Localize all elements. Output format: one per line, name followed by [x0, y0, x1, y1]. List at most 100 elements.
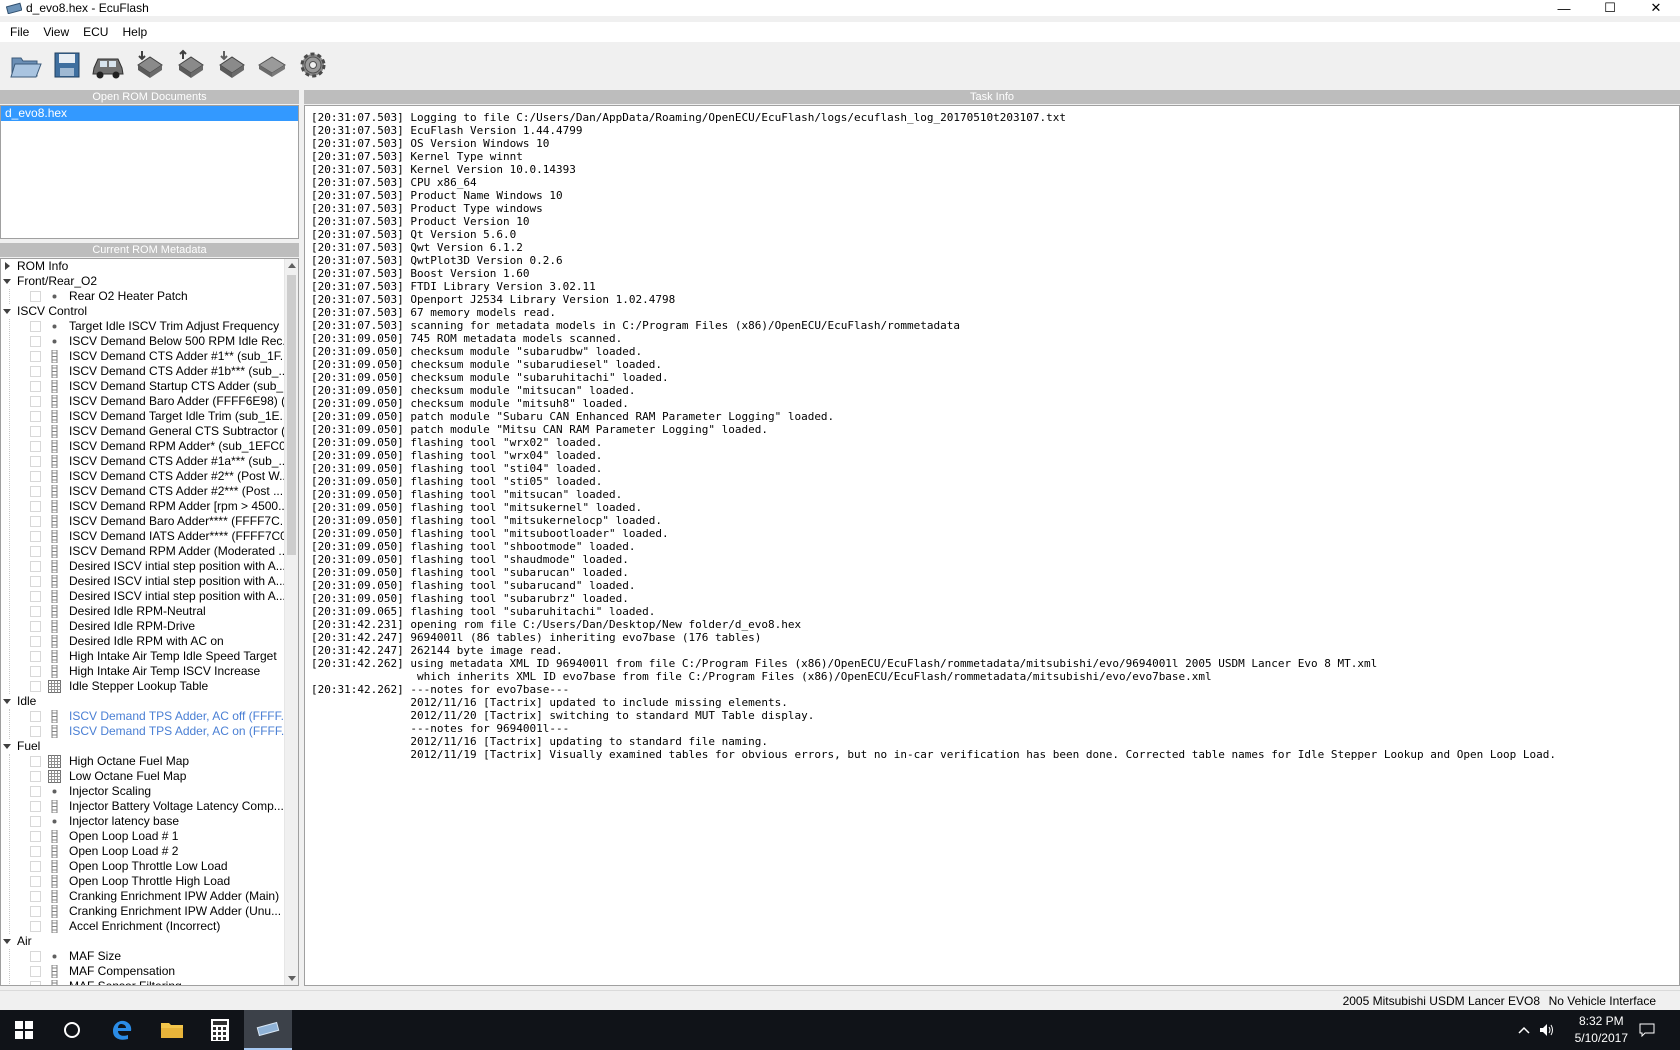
tree-item-checkbox[interactable] — [30, 876, 41, 887]
menu-file[interactable]: File — [0, 25, 36, 39]
menu-ecu[interactable]: ECU — [76, 25, 115, 39]
tree-item[interactable]: Desired ISCV intial step position with A… — [1, 589, 284, 604]
scroll-thumb[interactable] — [287, 275, 296, 555]
tree-category[interactable]: ROM Info — [1, 259, 284, 274]
tree-item[interactable]: Desired Idle RPM-Drive — [1, 619, 284, 634]
tray-overflow[interactable] — [1514, 1010, 1534, 1050]
tree-item-checkbox[interactable] — [30, 666, 41, 677]
vehicle-button[interactable] — [88, 47, 128, 83]
tree-item[interactable]: MAF Compensation — [1, 964, 284, 979]
tree-item[interactable]: MAF Sensor Filtering — [1, 979, 284, 985]
write-rom-button[interactable] — [170, 47, 210, 83]
tree-item-checkbox[interactable] — [30, 441, 41, 452]
tree-item-checkbox[interactable] — [30, 921, 41, 932]
tree-item-checkbox[interactable] — [30, 576, 41, 587]
tree-item-checkbox[interactable] — [30, 291, 41, 302]
expand-down-arrow-icon[interactable] — [3, 939, 11, 944]
tree-item-checkbox[interactable] — [30, 966, 41, 977]
taskbar-ecuflash[interactable] — [244, 1010, 292, 1050]
tray-volume[interactable] — [1536, 1010, 1558, 1050]
tree-item[interactable]: Injector Scaling — [1, 784, 284, 799]
maximize-button[interactable]: ☐ — [1587, 0, 1633, 16]
tree-item-checkbox[interactable] — [30, 501, 41, 512]
tree-item-checkbox[interactable] — [30, 561, 41, 572]
tree-item[interactable]: ISCV Demand Below 500 RPM Idle Rec... — [1, 334, 284, 349]
expand-down-arrow-icon[interactable] — [3, 279, 11, 284]
menu-view[interactable]: View — [36, 25, 76, 39]
expand-down-arrow-icon[interactable] — [3, 309, 11, 314]
tree-item[interactable]: ISCV Demand RPM Adder [rpm > 4500... — [1, 499, 284, 514]
tree-item[interactable]: ISCV Demand General CTS Subtractor (... — [1, 424, 284, 439]
tree-item[interactable]: Cranking Enrichment IPW Adder (Main) — [1, 889, 284, 904]
tree-item[interactable]: ISCV Demand Startup CTS Adder (sub_... — [1, 379, 284, 394]
tree-item-checkbox[interactable] — [30, 861, 41, 872]
tree-item[interactable]: Open Loop Load # 1 — [1, 829, 284, 844]
tree-item[interactable]: Accel Enrichment (Incorrect) — [1, 919, 284, 934]
tree-item[interactable]: ISCV Demand RPM Adder* (sub_1EFC0) — [1, 439, 284, 454]
tree-item[interactable]: Open Loop Throttle Low Load — [1, 859, 284, 874]
tree-item[interactable]: Idle Stepper Lookup Table — [1, 679, 284, 694]
cortana-button[interactable] — [48, 1010, 96, 1050]
tree-item-checkbox[interactable] — [30, 336, 41, 347]
tree-item[interactable]: ISCV Demand CTS Adder #1b*** (sub_... — [1, 364, 284, 379]
tree-item[interactable]: Desired Idle RPM-Neutral — [1, 604, 284, 619]
menu-help[interactable]: Help — [115, 25, 154, 39]
action-center-button[interactable] — [1632, 1010, 1662, 1050]
tree-item[interactable]: Open Loop Load # 2 — [1, 844, 284, 859]
scroll-down-arrow[interactable] — [288, 976, 296, 981]
tree-item[interactable]: Desired Idle RPM with AC on — [1, 634, 284, 649]
start-button[interactable] — [0, 1010, 48, 1050]
tree-item-checkbox[interactable] — [30, 801, 41, 812]
taskbar-edge[interactable] — [98, 1010, 146, 1050]
test-write-button[interactable] — [211, 47, 251, 83]
tree-item-checkbox[interactable] — [30, 771, 41, 782]
tree-category[interactable]: ISCV Control — [1, 304, 284, 319]
tree-item[interactable]: High Octane Fuel Map — [1, 754, 284, 769]
tree-item-checkbox[interactable] — [30, 396, 41, 407]
tree-item[interactable]: High Intake Air Temp Idle Speed Target — [1, 649, 284, 664]
taskbar-calculator[interactable] — [196, 1010, 244, 1050]
tree-item[interactable]: Low Octane Fuel Map — [1, 769, 284, 784]
tree-item[interactable]: ISCV Demand CTS Adder #1a*** (sub_... — [1, 454, 284, 469]
tree-item-checkbox[interactable] — [30, 846, 41, 857]
tree-item[interactable]: Desired ISCV intial step position with A… — [1, 559, 284, 574]
tree-category[interactable]: Front/Rear_O2 — [1, 274, 284, 289]
tree-item-checkbox[interactable] — [30, 951, 41, 962]
chip-button[interactable] — [252, 47, 292, 83]
tree-item-checkbox[interactable] — [30, 906, 41, 917]
tree-item-checkbox[interactable] — [30, 831, 41, 842]
tree-item[interactable]: Desired ISCV intial step position with A… — [1, 574, 284, 589]
rom-list-item[interactable]: d_evo8.hex — [1, 106, 298, 121]
tree-item-checkbox[interactable] — [30, 471, 41, 482]
tree-item-checkbox[interactable] — [30, 546, 41, 557]
read-rom-button[interactable] — [129, 47, 169, 83]
tree-item-checkbox[interactable] — [30, 981, 41, 985]
tree-item-checkbox[interactable] — [30, 621, 41, 632]
tree-item-checkbox[interactable] — [30, 681, 41, 692]
tree-category[interactable]: Idle — [1, 694, 284, 709]
close-button[interactable]: ✕ — [1633, 0, 1679, 16]
tree-item[interactable]: MAF Size — [1, 949, 284, 964]
tree-item-checkbox[interactable] — [30, 606, 41, 617]
tree-item-checkbox[interactable] — [30, 486, 41, 497]
tree-item-checkbox[interactable] — [30, 366, 41, 377]
tree-item[interactable]: ISCV Demand Baro Adder (FFFF6E98) (... — [1, 394, 284, 409]
tree-item[interactable]: Target Idle ISCV Trim Adjust Frequency — [1, 319, 284, 334]
tree-item-checkbox[interactable] — [30, 381, 41, 392]
tree-item-checkbox[interactable] — [30, 651, 41, 662]
tree-item-checkbox[interactable] — [30, 426, 41, 437]
tree-item[interactable]: ISCV Demand Baro Adder**** (FFFF7C... — [1, 514, 284, 529]
tree-category[interactable]: Air — [1, 934, 284, 949]
tree-item[interactable]: Injector latency base — [1, 814, 284, 829]
open-rom-list[interactable]: d_evo8.hex — [0, 105, 299, 239]
tree-scrollbar[interactable] — [284, 259, 298, 985]
expand-down-arrow-icon[interactable] — [3, 744, 11, 749]
tree-item[interactable]: ISCV Demand TPS Adder, AC off (FFFF... — [1, 709, 284, 724]
tree-item-checkbox[interactable] — [30, 591, 41, 602]
tree-item[interactable]: ISCV Demand IATS Adder**** (FFFF7C0... — [1, 529, 284, 544]
tree-item[interactable]: Rear O2 Heater Patch — [1, 289, 284, 304]
tree-item[interactable]: ISCV Demand CTS Adder #1** (sub_1F... — [1, 349, 284, 364]
tree-item[interactable]: ISCV Demand RPM Adder (Moderated ... — [1, 544, 284, 559]
tree-item[interactable]: High Intake Air Temp ISCV Increase — [1, 664, 284, 679]
tree-item[interactable]: ISCV Demand CTS Adder #2*** (Post ... — [1, 484, 284, 499]
